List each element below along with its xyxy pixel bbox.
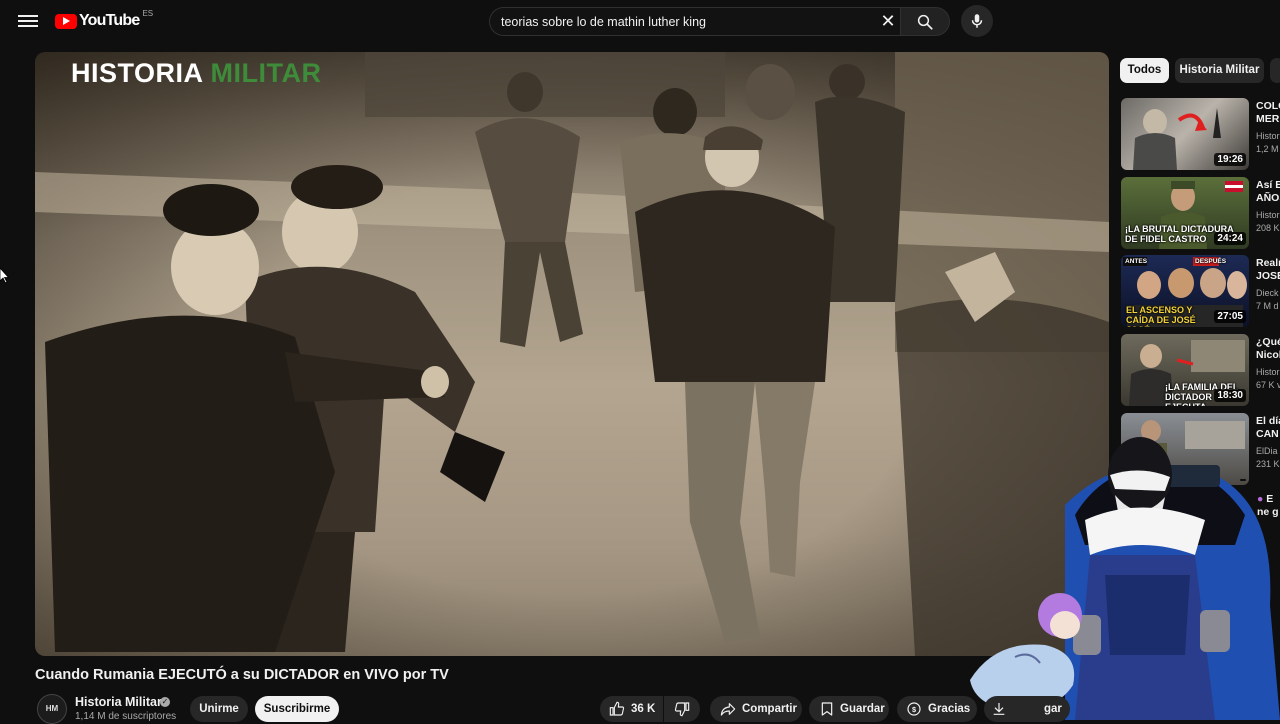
video-info: Así E AÑOS Histor 208 K [1256, 179, 1280, 234]
download-icon [993, 703, 1005, 715]
logo-wordmark: YouTube [79, 12, 140, 29]
youtube-logo[interactable]: YouTube ES [55, 8, 154, 30]
video-title: Cuando Rumania EJECUTÓ a su DICTADOR en … [35, 667, 449, 683]
video-duration: 27:05 [1214, 310, 1246, 323]
like-button[interactable]: 36 K [600, 696, 663, 722]
thanks-button[interactable]: $ Gracias [897, 696, 977, 722]
svg-text:$: $ [912, 705, 916, 714]
video-title-line1: Realm [1256, 257, 1280, 269]
search-icon [917, 14, 933, 30]
video-duration: 18:30 [1214, 389, 1246, 402]
video-title-line1: COLG [1256, 100, 1280, 112]
video-title-line1: Así E [1256, 179, 1280, 191]
video-info: ¿Qué Nicol Histor 67 K v [1256, 336, 1280, 391]
video-duration: 19:26 [1214, 153, 1246, 166]
verified-check-icon: ✓ [160, 697, 170, 707]
video-info: Realm JOSÉ Dieck 7 M d [1256, 257, 1280, 312]
chip-historia-militar[interactable]: Historia Militar [1175, 58, 1264, 83]
video-title-line2: AÑOS [1256, 192, 1280, 204]
chip-todos[interactable]: Todos [1120, 58, 1169, 83]
mouse-cursor-icon [0, 268, 10, 284]
like-count: 36 K [631, 703, 656, 715]
channel-name[interactable]: Historia Militar [75, 695, 162, 709]
top-bar: YouTube ES ✕ [0, 0, 1280, 44]
bookmark-icon [821, 702, 833, 716]
recommended-video[interactable]: ANTES DESPUÉS EL ASCENSO Y CAÍDA DE JOSÉ… [1121, 255, 1280, 327]
search-button[interactable] [900, 7, 950, 36]
voice-search-button[interactable] [961, 5, 993, 37]
video-channel: Dieck [1256, 288, 1279, 298]
join-button[interactable]: Unirme [190, 696, 248, 722]
country-code: ES [142, 8, 154, 18]
video-title-line2: MER [1256, 113, 1280, 125]
share-label: Compartir [742, 703, 797, 715]
video-channel: Histor [1256, 210, 1280, 220]
video-channel: Histor [1256, 131, 1280, 141]
video-player[interactable]: HISTORIA MILITAR [35, 52, 1109, 656]
chip-more[interactable] [1270, 58, 1280, 83]
video-info: COLG MER Histor 1,2 M [1256, 100, 1280, 155]
download-label: gar [1044, 703, 1062, 715]
thumbnail-caption: EL ASCENSO Y CAÍDA DE JOSÉ JOSÉ [1126, 305, 1196, 327]
thumbs-up-icon [609, 701, 625, 716]
video-views: 208 K [1256, 223, 1280, 233]
save-button[interactable]: Guardar [809, 696, 889, 722]
subscriber-count: 1,14 M de suscriptores [75, 711, 177, 722]
video-thumbnail: ¡LA BRUTAL DICTADURA DE FIDEL CASTRO 24:… [1121, 177, 1249, 249]
video-views: 1,2 M [1256, 144, 1279, 154]
video-frame-image [35, 52, 1109, 656]
thumbnail-badge-before: ANTES [1125, 258, 1148, 265]
channel-watermark: HISTORIA MILITAR [71, 58, 322, 88]
download-button[interactable]: gar [984, 696, 1070, 722]
microphone-icon [971, 14, 983, 28]
share-icon [720, 703, 736, 716]
video-title-line1: ¿Qué [1256, 336, 1280, 348]
youtube-play-icon [55, 13, 77, 29]
video-thumbnail: ¡LA FAMILIA DEL DICTADOR EJECUTA 18:30 [1121, 334, 1249, 406]
save-label: Guardar [840, 703, 885, 715]
recommended-video[interactable]: ¡LA FAMILIA DEL DICTADOR EJECUTA 18:30 ¿… [1121, 334, 1280, 406]
streamer-avatar-overlay [970, 437, 1280, 720]
clear-search-icon[interactable]: ✕ [878, 10, 898, 32]
share-button[interactable]: Compartir [710, 696, 802, 722]
thanks-label: Gracias [928, 703, 971, 715]
super-thanks-icon: $ [907, 702, 921, 716]
dislike-button[interactable] [664, 696, 700, 722]
thumbs-down-icon [674, 702, 690, 717]
hamburger-menu-icon[interactable] [18, 12, 38, 32]
search-input[interactable] [501, 13, 871, 31]
video-thumbnail: 19:26 [1121, 98, 1249, 170]
video-thumbnail: ANTES DESPUÉS EL ASCENSO Y CAÍDA DE JOSÉ… [1121, 255, 1249, 327]
video-views: 67 K v [1256, 380, 1280, 390]
video-title-line2: JOSÉ [1256, 270, 1280, 282]
video-duration: 24:24 [1214, 232, 1246, 245]
recommended-video[interactable]: ¡LA BRUTAL DICTADURA DE FIDEL CASTRO 24:… [1121, 177, 1280, 249]
video-channel: Histor [1256, 367, 1280, 377]
video-title-line2: Nicol [1256, 349, 1280, 361]
subscribe-button[interactable]: Suscribirme [255, 696, 339, 722]
video-views: 7 M d [1256, 301, 1279, 311]
recommended-video[interactable]: 19:26 COLG MER Histor 1,2 M [1121, 98, 1280, 170]
search-box [489, 7, 901, 36]
thumbnail-badge-after: DESPUÉS [1195, 258, 1227, 265]
